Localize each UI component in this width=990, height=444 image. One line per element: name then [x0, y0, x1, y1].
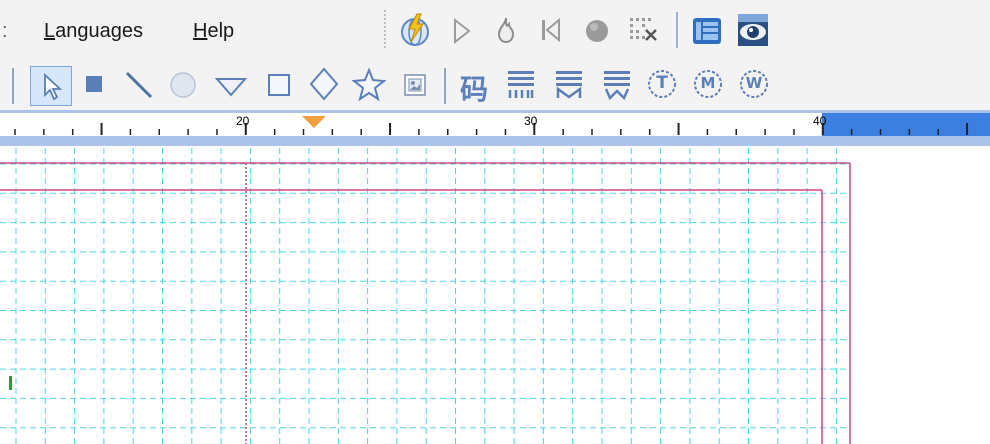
image-icon[interactable] [402, 72, 428, 98]
menu-languages-rest: anguages [55, 20, 143, 42]
menu-help-rest: elp [207, 20, 235, 42]
pointer-tool-button[interactable] [30, 66, 72, 106]
design-canvas[interactable] [0, 148, 990, 444]
menu-languages-accel: L [44, 20, 56, 42]
square-fill-icon[interactable] [84, 74, 104, 94]
menu-bar: : Languages Help [0, 0, 990, 62]
flame-icon[interactable] [496, 16, 516, 44]
toolbar-separator [676, 12, 678, 48]
text-bars-w-icon[interactable] [602, 68, 632, 100]
ruler-label-30: 30 [524, 114, 538, 128]
ruler-label-40: 40 [813, 114, 827, 128]
circle-w-letter: W [745, 74, 763, 92]
ruler-label-20: 20 [236, 114, 250, 128]
circle-w-icon[interactable]: W [738, 68, 770, 100]
diamond-icon[interactable] [308, 66, 340, 102]
eye-icon[interactable] [736, 12, 770, 48]
circle-m-letter: M [700, 74, 716, 92]
menu-languages[interactable]: Languages [44, 20, 143, 43]
grid-cancel-icon[interactable] [628, 14, 660, 46]
star-icon[interactable] [352, 68, 386, 102]
record-icon[interactable] [584, 18, 610, 44]
circle-m-icon[interactable]: M [692, 68, 724, 100]
circle-t-icon[interactable]: T [646, 68, 678, 100]
panel-icon[interactable] [690, 13, 724, 47]
ruler-indent-marker[interactable] [300, 114, 328, 130]
toolbar-separator [444, 68, 446, 104]
text-bars-m-icon[interactable] [554, 68, 584, 100]
menu-help-accel: H [193, 20, 208, 42]
circle-icon[interactable] [168, 70, 198, 100]
line-icon[interactable] [124, 70, 154, 100]
toolbar-grip [384, 10, 386, 50]
ruler-ticks [14, 123, 969, 135]
barcode-char-icon[interactable]: 码 [460, 68, 488, 108]
truncated-menu-glyph: : [2, 20, 8, 42]
circle-t-letter: T [656, 73, 668, 93]
selection-handle [9, 376, 12, 390]
toolbar-separator [12, 68, 14, 104]
grid-overlay [0, 148, 851, 444]
text-bars-icon[interactable] [506, 68, 536, 100]
play-icon[interactable] [452, 18, 472, 44]
menu-help[interactable]: Help [193, 20, 234, 43]
pointer-icon [44, 73, 63, 101]
square-outline-icon[interactable] [266, 72, 292, 98]
lightning-globe-icon[interactable] [398, 12, 432, 48]
triangle-down-icon[interactable] [214, 76, 248, 98]
skip-back-icon[interactable] [540, 18, 562, 42]
